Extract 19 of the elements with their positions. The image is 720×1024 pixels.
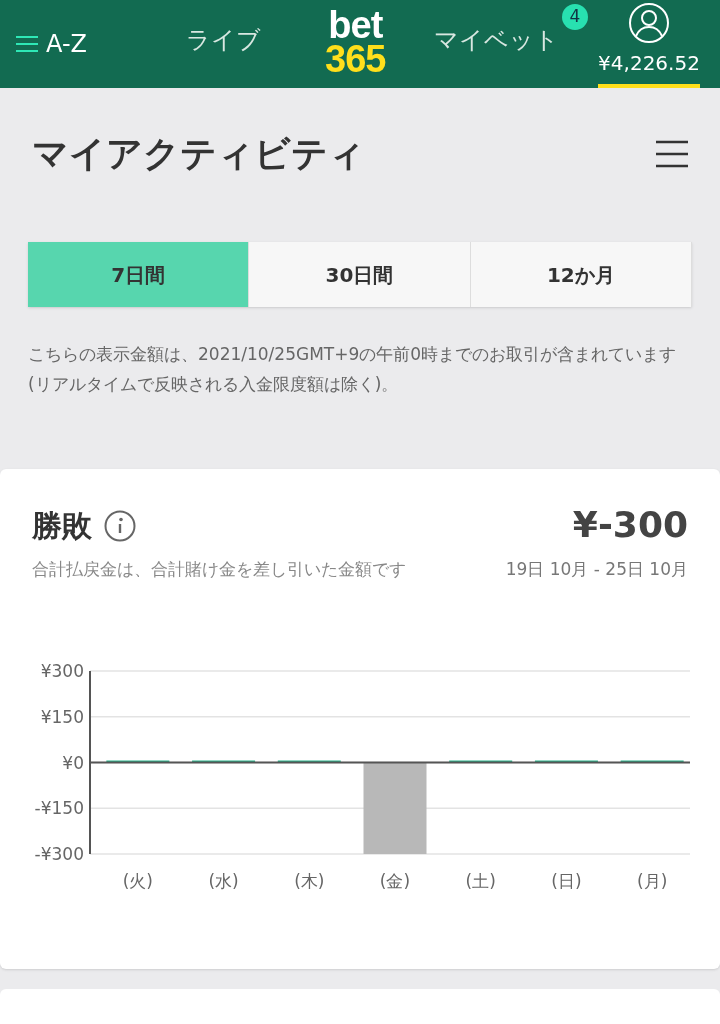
card-title: 勝敗 — [32, 507, 92, 545]
y-tick-label: -¥300 — [34, 844, 84, 864]
card-description: 合計払戻金は、合計賭け金を差し引いた金額です — [32, 558, 407, 581]
x-tick-label: (日) — [551, 871, 582, 891]
y-tick-label: -¥150 — [34, 798, 84, 819]
count-badge: 4 — [562, 4, 588, 30]
x-tick-label: (土) — [465, 871, 496, 891]
y-tick-label: ¥0 — [62, 752, 84, 773]
y-tick-label: ¥300 — [40, 661, 84, 681]
x-tick-label: (火) — [122, 871, 153, 891]
x-tick-label: (金) — [379, 871, 411, 891]
note-text: こちらの表示金額は、2021/10/25GMT+9の午前0時までのお取引が含まれています(リアルタイムで反映される入金限度額は除く)。 — [28, 343, 678, 396]
total-amount: ¥-300 — [572, 503, 688, 547]
page-title: マイアクティビティ — [32, 132, 365, 176]
x-tick-label: (水) — [208, 871, 239, 891]
date-range: 19日 10月 - 25日 10月 — [505, 558, 688, 581]
x-tick-label: (月) — [637, 871, 668, 891]
x-tick-label: (木) — [294, 871, 325, 891]
y-tick-label: ¥150 — [40, 706, 84, 727]
